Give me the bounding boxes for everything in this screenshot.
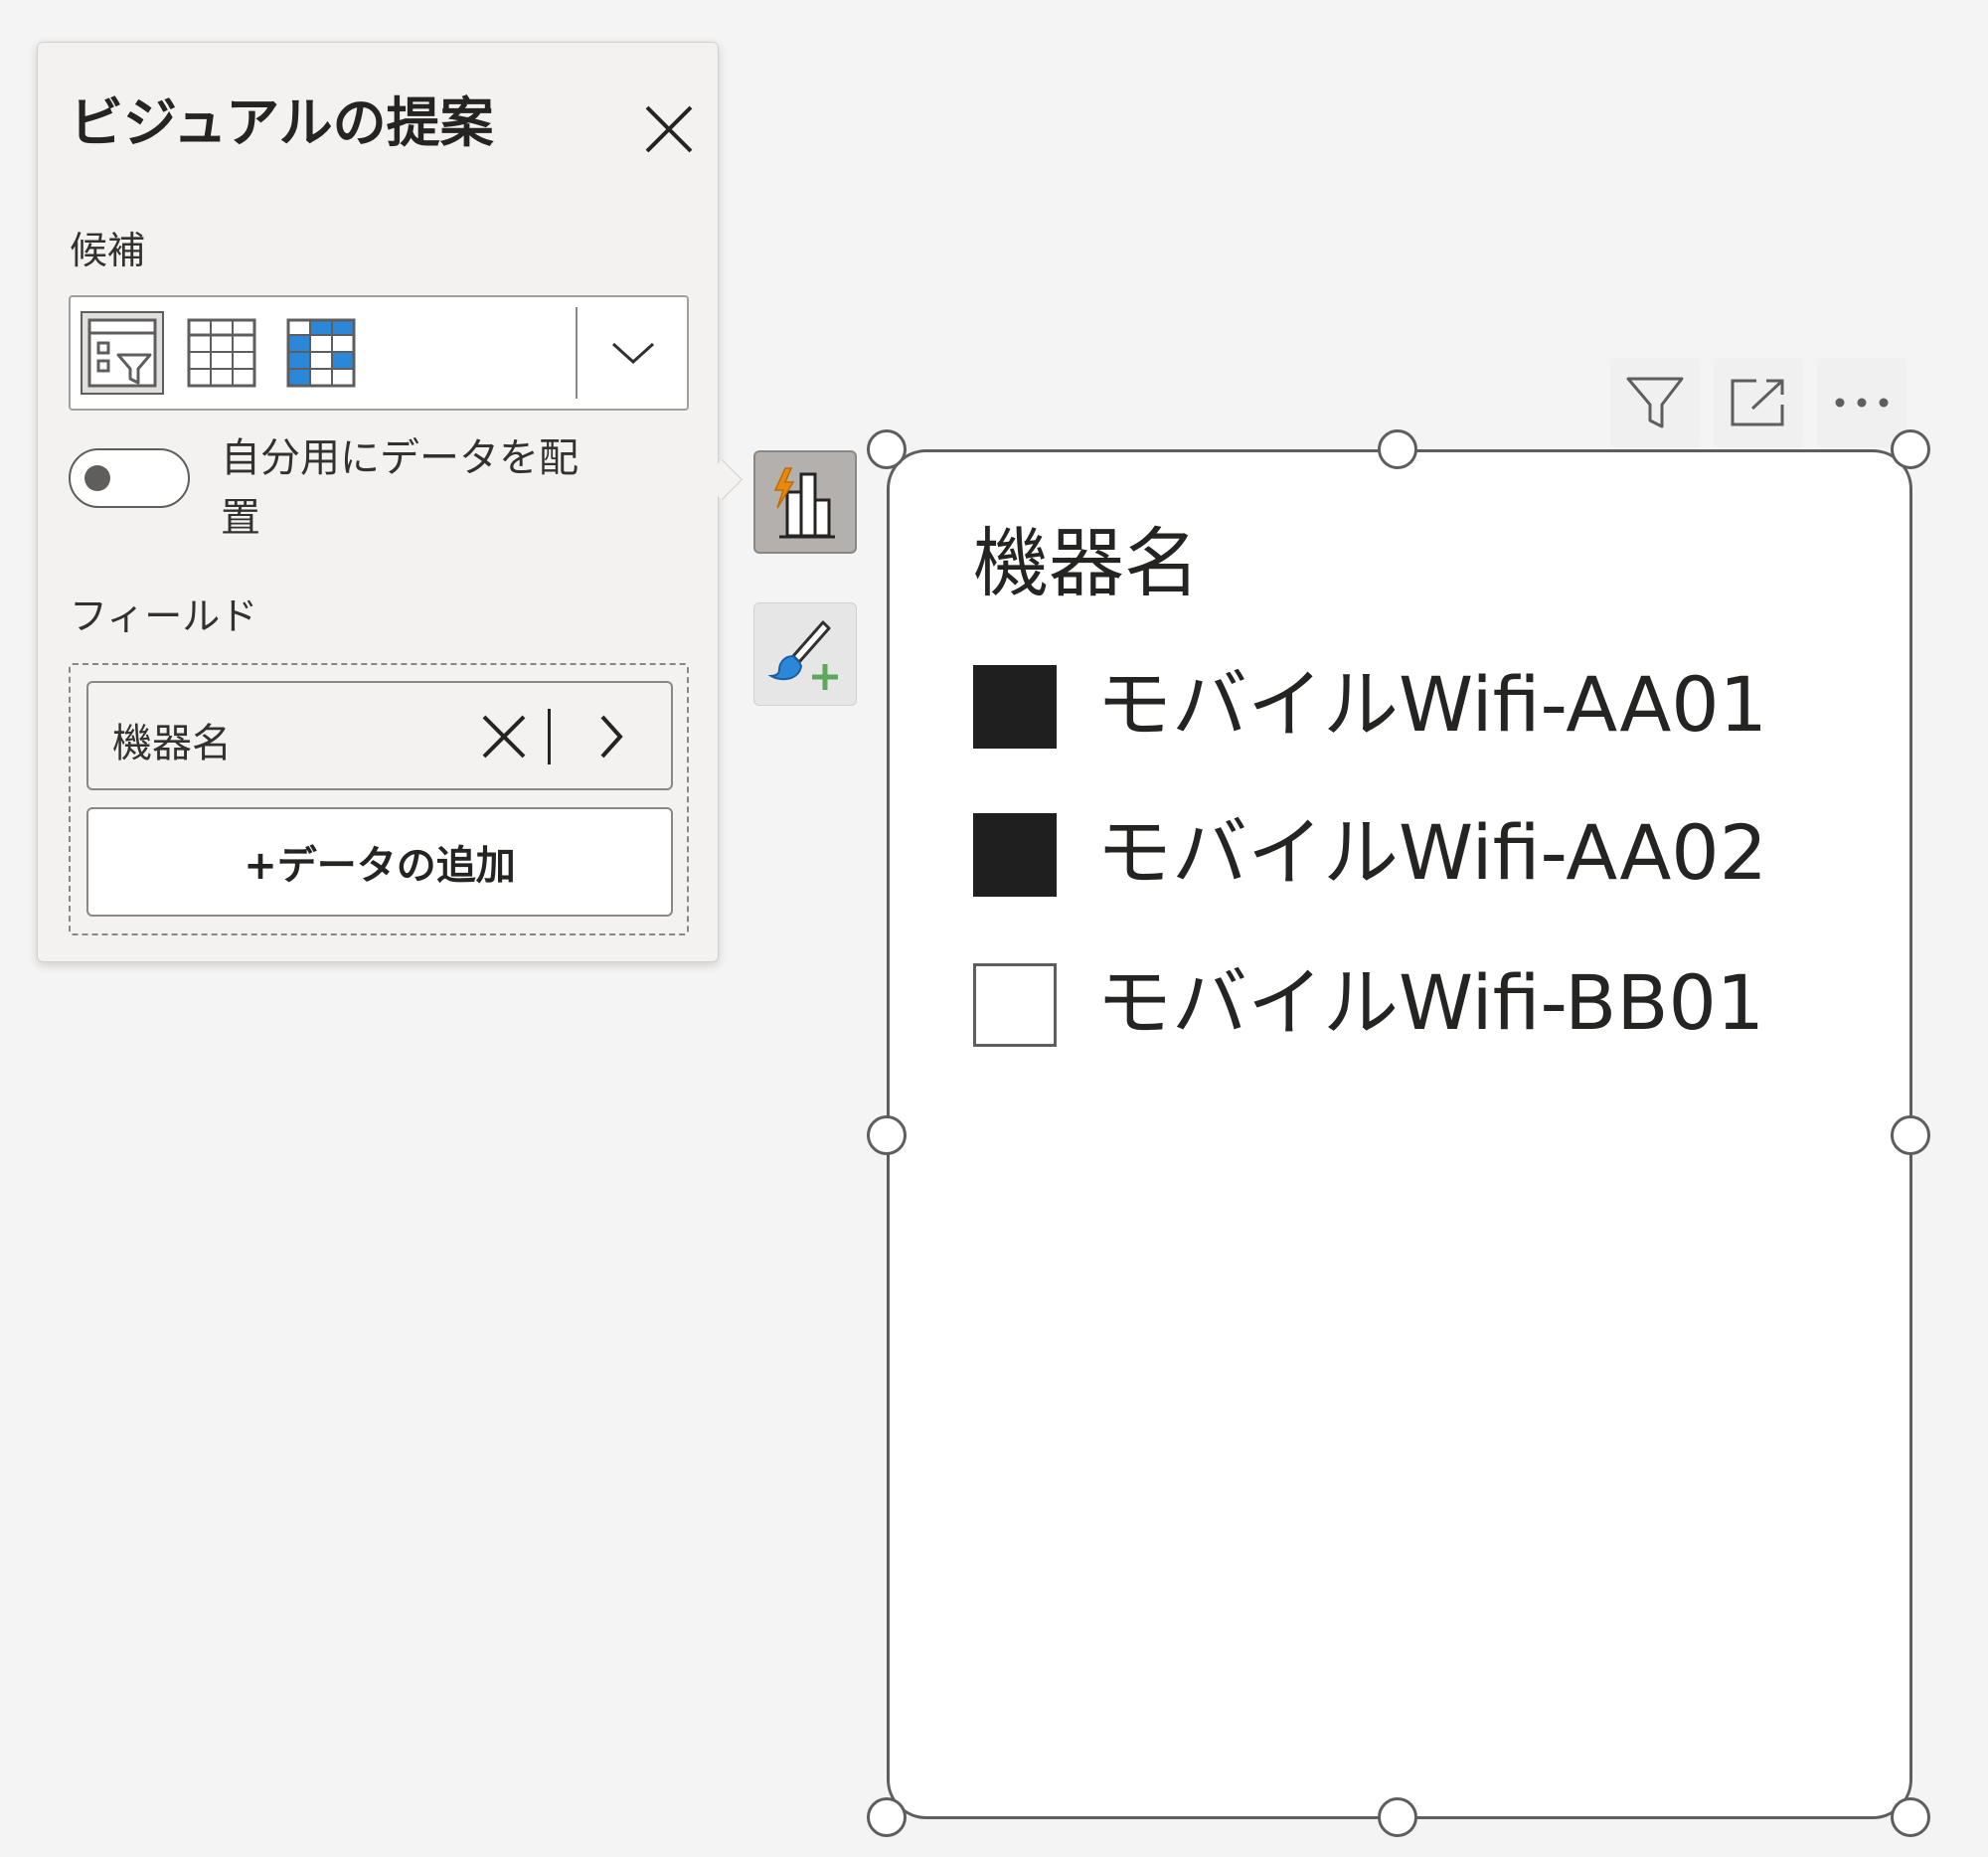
fields-drop-zone[interactable]: 機器名 +データの追加	[69, 663, 689, 935]
resize-handle-top-right[interactable]	[1891, 429, 1930, 469]
field-pill[interactable]: 機器名	[86, 681, 673, 790]
arrange-data-toggle[interactable]	[69, 448, 190, 508]
panel-title: ビジュアルの提案	[70, 91, 494, 154]
close-icon	[645, 105, 693, 153]
slicer-item-label: モバイルWifi-AA02	[1096, 808, 1768, 897]
toggle-label-text-wrap: 置	[221, 495, 260, 541]
table-icon	[187, 318, 256, 388]
candidates-dropdown-button[interactable]	[581, 305, 685, 401]
pill-separator	[548, 709, 551, 764]
slicer-checkbox-checked[interactable]	[973, 665, 1057, 749]
resize-handle-left[interactable]	[867, 1115, 907, 1155]
slicer-checkbox-unchecked[interactable]	[973, 963, 1057, 1047]
resize-handle-right[interactable]	[1891, 1115, 1930, 1155]
add-data-button[interactable]: +データの追加	[86, 807, 673, 917]
slicer-item-label: モバイルWifi-BB01	[1096, 958, 1765, 1047]
field-pill-label: 機器名	[112, 721, 232, 766]
filter-icon	[1626, 377, 1684, 428]
slicer-icon	[87, 318, 157, 388]
close-panel-button[interactable]	[634, 94, 704, 164]
smart-visual-suggest-icon	[773, 467, 835, 539]
visual-suggestion-button[interactable]	[753, 450, 857, 554]
slicer-item-label: モバイルWifi-AA01	[1096, 660, 1768, 749]
format-visual-button[interactable]	[753, 602, 857, 706]
candidate-matrix[interactable]	[279, 311, 363, 395]
slicer-title: 機器名	[973, 519, 1200, 607]
more-options-button[interactable]	[1817, 358, 1906, 447]
candidate-table[interactable]	[180, 311, 263, 395]
resize-handle-top-left[interactable]	[867, 429, 907, 469]
candidate-slicer[interactable]	[81, 311, 164, 395]
close-icon	[482, 715, 526, 759]
format-brush-icon	[767, 620, 838, 690]
resize-handle-bottom-right[interactable]	[1891, 1797, 1930, 1837]
candidates-divider	[576, 307, 578, 399]
slicer-item[interactable]: モバイルWifi-BB01	[973, 958, 1828, 1047]
focus-mode-button[interactable]	[1714, 358, 1803, 447]
candidates-selector	[69, 295, 689, 411]
resize-handle-top[interactable]	[1378, 429, 1417, 469]
slicer-item[interactable]: モバイルWifi-AA02	[973, 808, 1828, 897]
focus-mode-icon	[1731, 379, 1784, 426]
chevron-right-icon	[600, 715, 623, 759]
toggle-knob	[84, 465, 110, 491]
visual-filter-button[interactable]	[1610, 358, 1700, 447]
matrix-icon	[286, 318, 356, 388]
visual-suggestion-panel: ビジュアルの提案 候補 自分用にデータを配 置 フィールド 機器名 +データの追…	[37, 42, 719, 962]
slicer-checkbox-checked[interactable]	[973, 813, 1057, 897]
chevron-down-icon	[611, 342, 655, 365]
resize-handle-bottom[interactable]	[1378, 1797, 1417, 1837]
expand-field-button[interactable]	[580, 705, 643, 768]
toggle-label-text: 自分用にデータを配	[221, 435, 579, 481]
arrange-data-toggle-label: 自分用にデータを配 置	[221, 428, 658, 548]
resize-handle-bottom-left[interactable]	[867, 1797, 907, 1837]
candidates-label: 候補	[70, 229, 146, 272]
more-options-icon	[1835, 398, 1889, 408]
slicer-visual[interactable]: 機器名 モバイルWifi-AA01 モバイルWifi-AA02 モバイルWifi…	[887, 449, 1912, 1819]
remove-field-button[interactable]	[472, 705, 536, 768]
slicer-item[interactable]: モバイルWifi-AA01	[973, 660, 1828, 749]
fields-label: フィールド	[70, 594, 258, 638]
